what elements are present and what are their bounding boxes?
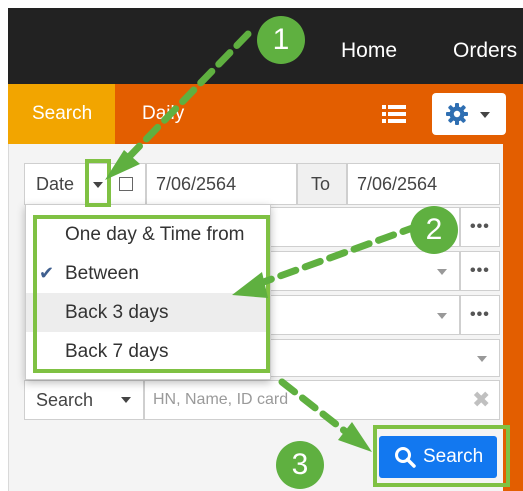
nav-home-link[interactable]: Home	[341, 39, 397, 63]
date-mode-label: Date	[36, 174, 75, 194]
more-button-2[interactable]: •••	[460, 251, 500, 291]
chevron-down-icon	[121, 397, 131, 403]
filter-select-2[interactable]	[268, 251, 460, 291]
highlight-search-button	[373, 425, 510, 487]
date-to-addon: To	[297, 163, 347, 205]
ellipsis-icon: •••	[470, 262, 490, 279]
callout-badge-1: 1	[257, 16, 305, 64]
close-icon[interactable]: ✖	[472, 387, 490, 413]
nav-orders-link[interactable]: Orders	[453, 39, 517, 63]
search-input[interactable]: HN, Name, ID card ✖	[144, 380, 500, 420]
chevron-down-icon	[480, 112, 490, 118]
search-type-select[interactable]: Search	[24, 380, 144, 420]
highlight-date-options	[33, 215, 270, 373]
filter-select-4[interactable]	[268, 339, 500, 377]
tab-search[interactable]: Search	[8, 84, 115, 144]
more-button-3[interactable]: •••	[460, 295, 500, 335]
gear-icon	[446, 103, 468, 125]
date-to-value: 7/06/2564	[357, 174, 438, 194]
more-button-1[interactable]: •••	[460, 207, 500, 247]
search-placeholder: HN, Name, ID card	[153, 391, 289, 408]
date-to-field[interactable]: 7/06/2564	[347, 163, 500, 205]
date-checkbox-cell	[110, 163, 146, 205]
date-to-label: To	[311, 174, 331, 194]
list-icon[interactable]	[382, 104, 406, 124]
chevron-down-icon	[437, 269, 447, 275]
date-from-field[interactable]: 7/06/2564	[146, 163, 297, 205]
date-checkbox[interactable]	[119, 177, 133, 191]
settings-dropdown-button[interactable]	[432, 93, 506, 135]
ellipsis-icon: •••	[470, 306, 490, 323]
highlight-date-caret	[85, 159, 111, 207]
date-from-value: 7/06/2564	[156, 174, 237, 194]
callout-badge-3: 3	[276, 441, 324, 489]
search-type-label: Search	[36, 390, 94, 410]
tab-daily[interactable]: Daily	[142, 103, 184, 125]
chevron-down-icon	[437, 313, 447, 319]
callout-badge-2: 2	[410, 206, 458, 254]
chevron-down-icon	[477, 356, 487, 362]
tab-bar: Search Daily	[8, 84, 523, 144]
filter-select-3[interactable]	[268, 295, 460, 335]
ellipsis-icon: •••	[470, 218, 490, 235]
